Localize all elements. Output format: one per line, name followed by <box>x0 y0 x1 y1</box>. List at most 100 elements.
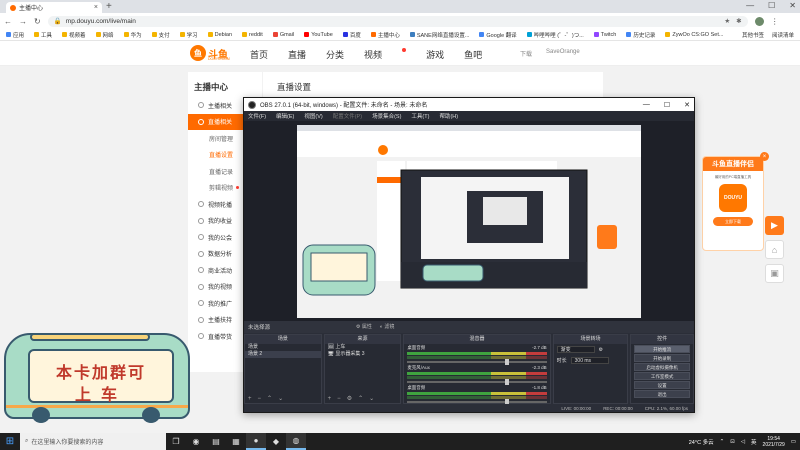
bookmark-item[interactable]: 工具 <box>34 31 52 39</box>
bookmark-item[interactable]: ZywOo CS:GO Set... <box>665 32 723 38</box>
obs-maximize-icon[interactable]: ☐ <box>664 101 670 109</box>
edge-icon[interactable]: ◉ <box>186 433 206 450</box>
bookmark-item[interactable]: YouTube <box>304 32 333 38</box>
download-link[interactable]: 下载 <box>520 49 532 58</box>
add-icon[interactable]: + <box>328 396 332 402</box>
minimize-icon[interactable]: — <box>746 1 754 10</box>
obs-preview[interactable] <box>244 121 694 321</box>
remove-icon[interactable]: − <box>258 396 262 402</box>
bookmark-item[interactable]: 百度 <box>342 31 361 39</box>
close-icon[interactable]: ✕ <box>789 1 796 10</box>
obs-menu-item[interactable]: 工具(T) <box>411 112 429 120</box>
new-tab-icon[interactable]: + <box>106 1 112 12</box>
bookmark-item[interactable]: 应用 <box>6 31 24 39</box>
volume-fader[interactable] <box>407 399 547 405</box>
settings-gear-icon[interactable]: ⚙ <box>599 347 603 353</box>
bookmark-item[interactable]: Twitch <box>593 32 616 38</box>
bookmark-item[interactable]: 哔哩哔哩 (゜-゜)つ... <box>526 31 584 39</box>
obs-menu-item[interactable]: 帮助(H) <box>439 112 458 120</box>
volume-icon[interactable]: ◁ <box>741 439 745 445</box>
bookmark-item[interactable]: 历史记录 <box>626 31 655 39</box>
promo-download-button[interactable]: 立即下载 <box>713 217 753 226</box>
bookmark-item[interactable]: 支付 <box>151 31 170 39</box>
bookmark-item[interactable]: 网络 <box>95 31 114 39</box>
obs-taskbar-icon[interactable]: ● <box>246 433 266 450</box>
url-bar[interactable]: 🔒 mp.douyu.com/live/main ★ ✱ <box>47 15 748 27</box>
notifications-icon[interactable]: ▭ <box>791 439 796 445</box>
obs-menu-item[interactable]: 配置文件(P) <box>333 112 362 120</box>
promo-card[interactable]: 斗鱼直播伴侣 最好用的PC端直播工具 DOUYU 立即下载 × <box>702 152 769 251</box>
control-button[interactable]: 设置 <box>634 381 691 389</box>
bookmark-item[interactable]: SANE网络直播设置... <box>409 31 469 39</box>
taskbar-search[interactable]: ⌕ 在这里输入你要搜索的内容 <box>20 433 166 450</box>
tray-arrow-icon[interactable]: ⌃ <box>720 439 725 445</box>
bookmark-folder[interactable]: 其他书签 <box>742 31 764 39</box>
obs-menu-item[interactable]: 文件(F) <box>248 112 266 120</box>
control-button[interactable]: 工作室模式 <box>634 372 691 380</box>
bookmark-item[interactable]: 华为 <box>123 31 142 39</box>
play-icon[interactable]: ▶ <box>765 216 784 235</box>
bookmark-item[interactable]: reddit <box>242 32 263 38</box>
nav-0[interactable]: 首页 <box>250 48 268 61</box>
file-explorer-icon[interactable]: ▦ <box>226 433 246 450</box>
bookmark-item[interactable]: Google 翻译 <box>479 31 517 39</box>
properties-button[interactable]: ⚙ 属性 <box>356 323 372 330</box>
control-button[interactable]: 开始推流 <box>634 345 691 353</box>
nav-4[interactable]: 游戏 <box>426 48 444 61</box>
scene-item[interactable]: 场景 <box>245 344 321 351</box>
obs-minimize-icon[interactable]: — <box>643 101 650 109</box>
screen-icon[interactable]: ▣ <box>765 264 784 283</box>
scene-item[interactable]: 场景 2 <box>245 351 321 358</box>
up-icon[interactable]: ⌃ <box>267 395 272 402</box>
store-icon[interactable]: ▤ <box>206 433 226 450</box>
ime-indicator[interactable]: 英 <box>751 438 757 446</box>
home-icon[interactable]: ⌂ <box>765 240 784 259</box>
down-icon[interactable]: ⌄ <box>369 395 374 402</box>
bookmark-item[interactable]: 视频着 <box>62 31 86 39</box>
back-icon[interactable]: ← <box>4 17 12 26</box>
windows-start-icon[interactable]: ⊞ <box>0 433 20 450</box>
douyu-logo[interactable]: 鱼 斗鱼 DOUYU.COM <box>190 45 230 61</box>
bookmark-item[interactable]: Gmail <box>272 32 294 38</box>
control-button[interactable]: 启动虚拟摄像机 <box>634 363 691 371</box>
bookmark-star-icon[interactable]: ★ <box>724 17 730 25</box>
add-icon[interactable]: + <box>248 396 252 402</box>
bookmark-item[interactable]: 学习 <box>179 31 198 39</box>
remove-icon[interactable]: − <box>337 396 341 402</box>
chrome-icon[interactable]: ◍ <box>286 433 306 450</box>
bookmark-item[interactable]: 主播中心 <box>370 31 400 39</box>
forward-icon[interactable]: → <box>19 17 27 26</box>
obs-menu-item[interactable]: 编辑(E) <box>276 112 294 120</box>
up-icon[interactable]: ⌃ <box>358 395 363 402</box>
nav-5[interactable]: 鱼吧 <box>464 48 482 61</box>
task-view-icon[interactable]: ❐ <box>166 433 186 450</box>
source-item[interactable]: 🖥 显示器采集 3 <box>325 351 401 358</box>
down-icon[interactable]: ⌄ <box>278 395 283 402</box>
reload-icon[interactable]: ↻ <box>34 17 41 26</box>
bookmark-folder[interactable]: 阅读清单 <box>772 31 794 39</box>
bookmark-item[interactable]: Debian <box>207 32 232 38</box>
obs-close-icon[interactable]: ✕ <box>684 101 690 109</box>
browser-menu-icon[interactable]: ⋮ <box>771 17 779 26</box>
profile-avatar[interactable] <box>754 16 764 26</box>
control-button[interactable]: 退出 <box>634 390 691 398</box>
duration-input[interactable]: 300 ms <box>570 357 609 364</box>
weather-info[interactable]: 24°C 多云 <box>689 438 714 446</box>
settings-gear-icon[interactable]: ⚙ <box>347 395 352 402</box>
source-item[interactable]: 🖼 上车 <box>325 344 401 351</box>
network-icon[interactable]: ⊡ <box>730 439 735 445</box>
tab-close-icon[interactable]: × <box>94 4 98 11</box>
filters-button[interactable]: ◐ 滤镜 <box>380 323 394 330</box>
transition-select[interactable]: 渐变 <box>556 346 595 353</box>
volume-fader[interactable] <box>407 359 547 365</box>
obs-menu-item[interactable]: 场景集合(S) <box>372 112 401 120</box>
obs-menu-item[interactable]: 视图(V) <box>304 112 322 120</box>
clock[interactable]: 19:54 2021/7/29 <box>763 436 785 448</box>
nav-1[interactable]: 直播 <box>288 48 306 61</box>
app-icon[interactable]: ◆ <box>266 433 286 450</box>
nav-2[interactable]: 分类 <box>326 48 344 61</box>
maximize-icon[interactable]: ☐ <box>768 1 775 10</box>
control-button[interactable]: 开始录制 <box>634 354 691 362</box>
user-name[interactable]: SaveOrange <box>546 49 580 58</box>
promo-close-icon[interactable]: × <box>760 152 769 161</box>
